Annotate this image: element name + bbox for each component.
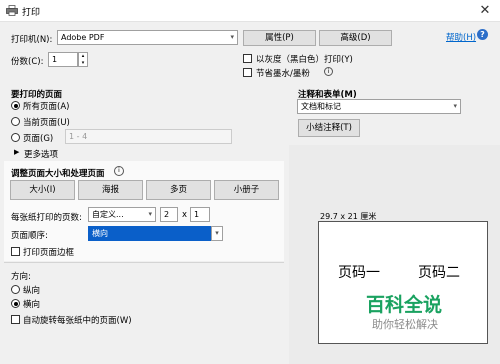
columns-input[interactable]: 2 (160, 207, 178, 222)
orientation-heading: 方向: (11, 272, 31, 282)
pages-range-input[interactable]: 1 - 4 (65, 129, 232, 144)
printer-select-value: Adobe PDF (61, 33, 105, 42)
copies-label: 份数(C): (11, 57, 44, 67)
multiple-button[interactable]: 多页 (146, 180, 211, 200)
advanced-button[interactable]: 高级(D) (319, 30, 392, 46)
summarize-comments-button[interactable]: 小结注释(T) (298, 119, 360, 137)
title-bar (0, 0, 500, 22)
landscape-label: 横向 (23, 300, 41, 310)
chevron-down-icon[interactable]: ▾ (211, 226, 223, 241)
printer-select[interactable]: Adobe PDF ▾ (57, 30, 238, 45)
comments-value: 文档和标记 (301, 102, 341, 111)
columns-value: 2 (164, 210, 170, 219)
chevron-down-icon: ▾ (230, 33, 234, 41)
copies-stepper[interactable]: ▴ ▾ (78, 52, 88, 67)
portrait-label: 纵向 (23, 286, 41, 296)
preview-page-one: 页码一 (338, 265, 380, 281)
poster-button[interactable]: 海报 (78, 180, 143, 200)
copies-input[interactable]: 1 (48, 52, 78, 67)
grayscale-checkbox[interactable] (243, 54, 252, 63)
page-order-select[interactable]: 横向 (88, 226, 223, 241)
comments-select[interactable]: 文档和标记 ▾ (297, 99, 461, 114)
pages-heading: 要打印的页面 (11, 90, 63, 100)
pages-range-value: 1 - 4 (69, 132, 88, 141)
booklet-button[interactable]: 小册子 (214, 180, 279, 200)
divider (4, 262, 284, 263)
rows-input[interactable]: 1 (190, 207, 210, 222)
pages-per-sheet-select[interactable]: 自定义... ▾ (88, 207, 156, 222)
chevron-down-icon: ▾ (453, 102, 457, 110)
auto-rotate-label: 自动旋转每张纸中的页面(W) (23, 316, 132, 326)
triangle-right-icon[interactable]: ▶ (14, 148, 19, 156)
save-ink-label: 节省墨水/墨粉 (256, 69, 310, 79)
save-ink-checkbox[interactable] (243, 68, 252, 77)
page-order-value: 横向 (92, 229, 108, 238)
help-link[interactable]: 帮助(H) (446, 31, 476, 43)
print-border-checkbox[interactable] (11, 247, 20, 256)
pages-range-radio[interactable] (11, 133, 20, 142)
all-pages-label: 所有页面(A) (23, 102, 70, 112)
size-button[interactable]: 大小(I) (10, 180, 75, 200)
watermark-main: 百科全说 (366, 294, 443, 316)
properties-button[interactable]: 属性(P) (243, 30, 316, 46)
grayscale-label: 以灰度（黑白色）打印(Y) (256, 55, 353, 65)
copies-value: 1 (52, 55, 58, 64)
info-icon[interactable]: i (324, 67, 333, 76)
help-icon[interactable]: ? (477, 29, 488, 40)
more-options-toggle[interactable]: 更多选项 (24, 148, 58, 160)
printer-icon (6, 5, 18, 16)
info-icon[interactable]: i (114, 166, 124, 176)
preview-page-two: 页码二 (418, 265, 460, 281)
sizing-heading: 调整页面大小和处理页面 (11, 169, 105, 179)
chevron-down-icon: ▾ (148, 210, 152, 218)
all-pages-radio[interactable] (11, 101, 20, 110)
window-title: 打印 (22, 8, 41, 18)
print-border-label: 打印页面边框 (23, 248, 75, 258)
printer-label: 打印机(N): (11, 35, 53, 45)
current-page-radio[interactable] (11, 117, 20, 126)
close-button[interactable]: ✕ (472, 1, 498, 21)
page-order-label: 页面顺序: (11, 231, 48, 241)
current-page-label: 当前页面(U) (23, 118, 70, 128)
pages-per-sheet-label: 每张纸打印的页数: (11, 213, 82, 223)
pages-per-sheet-value: 自定义... (92, 210, 124, 219)
auto-rotate-checkbox[interactable] (11, 315, 20, 324)
times-label: x (182, 210, 188, 220)
rows-value: 1 (194, 210, 200, 219)
watermark-sub: 助你轻松解决 (372, 318, 438, 331)
portrait-radio[interactable] (11, 285, 20, 294)
landscape-radio[interactable] (11, 299, 20, 308)
pages-range-label: 页面(G) (23, 134, 54, 144)
